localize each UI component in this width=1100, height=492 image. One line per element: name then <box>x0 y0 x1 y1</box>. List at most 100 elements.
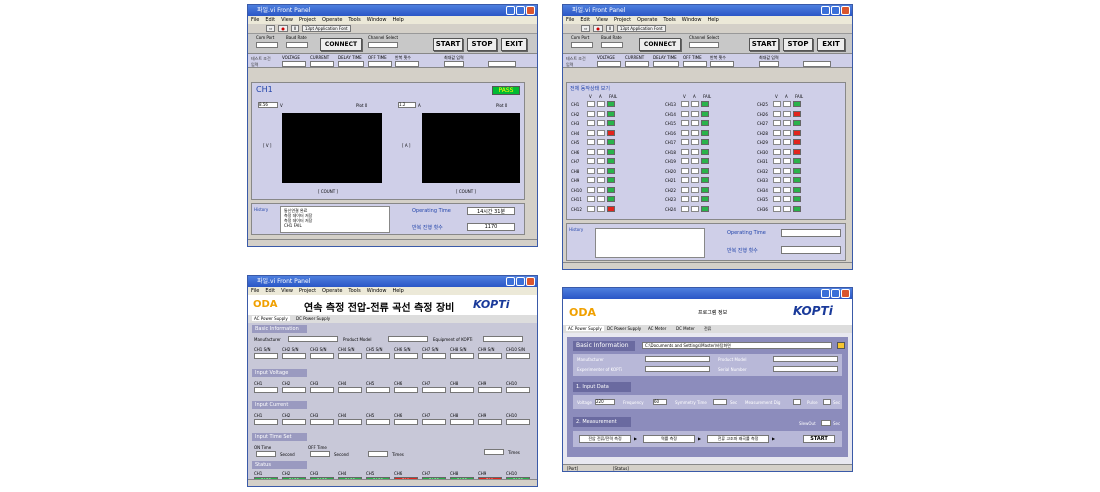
current-input[interactable] <box>282 419 306 425</box>
pause-icon[interactable]: Ⅱ <box>605 25 614 32</box>
menu-edit[interactable]: Edit <box>265 17 275 23</box>
menu-help[interactable]: Help <box>392 17 403 23</box>
menu-operate[interactable]: Operate <box>637 17 657 23</box>
exit-button[interactable]: EXIT <box>501 38 527 51</box>
menu-file[interactable]: File <box>251 17 259 23</box>
current-input[interactable] <box>254 419 278 425</box>
voltage-input[interactable]: 220 <box>595 399 615 405</box>
current-input[interactable] <box>310 419 334 425</box>
serial-input[interactable] <box>338 353 362 359</box>
history-list[interactable]: 통신연결 완료 측정 데이터 저장 측정 데이터 저장 CH1 FAIL <box>280 206 390 233</box>
abort-icon[interactable]: ● <box>593 25 603 32</box>
voltage-input[interactable] <box>282 387 306 393</box>
stop-button[interactable]: STOP <box>467 38 497 51</box>
menu-tools[interactable]: Tools <box>348 17 360 23</box>
maximize-button[interactable] <box>831 6 840 15</box>
menu-help[interactable]: Help <box>707 17 718 23</box>
current-input[interactable] <box>450 419 474 425</box>
repeat-input[interactable] <box>395 61 419 67</box>
off-time-input[interactable] <box>310 451 330 457</box>
connect-button[interactable]: CONNECT <box>639 38 681 51</box>
start-button[interactable]: START <box>433 38 463 51</box>
harmonic-distortion-button[interactable]: 전류 고조파 왜곡률 측정 <box>707 435 769 443</box>
stop-button[interactable]: STOP <box>783 38 813 51</box>
frequency-input[interactable]: 60 <box>653 399 667 405</box>
com-port-select[interactable] <box>571 42 593 48</box>
menu-project[interactable]: Project <box>299 288 316 294</box>
tab-ac-meter[interactable]: AC Meter <box>648 326 666 331</box>
serial-number-input[interactable] <box>773 366 838 372</box>
menu-tools[interactable]: Tools <box>663 17 675 23</box>
tab-dc-power-supply[interactable]: DC Power Supply <box>296 316 330 321</box>
voltage-input[interactable] <box>394 387 418 393</box>
history-list[interactable] <box>595 228 705 258</box>
current-input[interactable] <box>625 61 649 67</box>
serial-input[interactable] <box>506 353 530 359</box>
minimize-button[interactable] <box>506 277 515 286</box>
scrollbar[interactable] <box>248 239 537 246</box>
menu-view[interactable]: View <box>596 17 608 23</box>
voltage-input[interactable] <box>310 387 334 393</box>
off-time-input[interactable] <box>683 61 707 67</box>
off-time-input[interactable] <box>368 61 392 67</box>
channel-select[interactable] <box>368 42 398 48</box>
experimenter-input[interactable] <box>645 366 710 372</box>
serial-input[interactable] <box>478 353 502 359</box>
current-input[interactable] <box>366 419 390 425</box>
run-arrow-icon[interactable]: ⇨ <box>581 25 591 32</box>
run-arrow-icon[interactable]: ⇨ <box>266 25 276 32</box>
pulse-input[interactable] <box>823 399 831 405</box>
close-button[interactable] <box>526 6 535 15</box>
voltage-input[interactable] <box>282 61 306 67</box>
voltage-input[interactable] <box>506 387 530 393</box>
menu-window[interactable]: Window <box>367 288 387 294</box>
max-input-1[interactable] <box>444 61 464 67</box>
serial-input[interactable] <box>310 353 334 359</box>
folder-browse-icon[interactable] <box>837 342 845 349</box>
measurement-dig-input[interactable] <box>793 399 801 405</box>
baud-select[interactable] <box>601 42 623 48</box>
file-path-field[interactable]: C:\Documents and Settings\Master\바탕화면 <box>642 342 832 349</box>
start-button[interactable]: START <box>749 38 779 51</box>
close-button[interactable] <box>841 289 850 298</box>
channel-select[interactable] <box>689 42 719 48</box>
current-input[interactable] <box>338 419 362 425</box>
max-input-2[interactable] <box>488 61 516 67</box>
menu-file[interactable]: File <box>566 17 574 23</box>
max-input-1[interactable] <box>759 61 779 67</box>
repeat-input[interactable] <box>368 451 388 457</box>
slewout-input[interactable] <box>821 420 831 426</box>
model-input[interactable] <box>388 336 428 342</box>
power-factor-button[interactable]: 역률 측정 <box>643 435 695 443</box>
menu-project[interactable]: Project <box>614 17 631 23</box>
voltage-input[interactable] <box>597 61 621 67</box>
serial-input[interactable] <box>394 353 418 359</box>
baud-select[interactable] <box>286 42 308 48</box>
menu-edit[interactable]: Edit <box>265 288 275 294</box>
product-model-input[interactable] <box>773 356 838 362</box>
abort-icon[interactable]: ● <box>278 25 288 32</box>
menu-edit[interactable]: Edit <box>580 17 590 23</box>
serial-input[interactable] <box>450 353 474 359</box>
delay-input[interactable] <box>338 61 364 67</box>
voltage-input[interactable] <box>338 387 362 393</box>
com-port-select[interactable] <box>256 42 278 48</box>
serial-input[interactable] <box>282 353 306 359</box>
menu-view[interactable]: View <box>281 288 293 294</box>
tab-dc-power-supply[interactable]: DC Power Supply <box>607 326 641 331</box>
menu-tools[interactable]: Tools <box>348 288 360 294</box>
maximize-button[interactable] <box>831 289 840 298</box>
serial-input[interactable] <box>254 353 278 359</box>
maximize-button[interactable] <box>516 6 525 15</box>
font-select[interactable]: 13pt Application Font <box>301 25 351 32</box>
current-input[interactable] <box>422 419 446 425</box>
menu-file[interactable]: File <box>251 288 259 294</box>
menu-view[interactable]: View <box>281 17 293 23</box>
voltage-input[interactable] <box>450 387 474 393</box>
menu-operate[interactable]: Operate <box>322 17 342 23</box>
voltage-input[interactable] <box>254 387 278 393</box>
tab-ac-power-supply[interactable]: AC Power Supply <box>566 326 604 331</box>
minimize-button[interactable] <box>506 6 515 15</box>
menu-project[interactable]: Project <box>299 17 316 23</box>
current-input[interactable] <box>506 419 530 425</box>
